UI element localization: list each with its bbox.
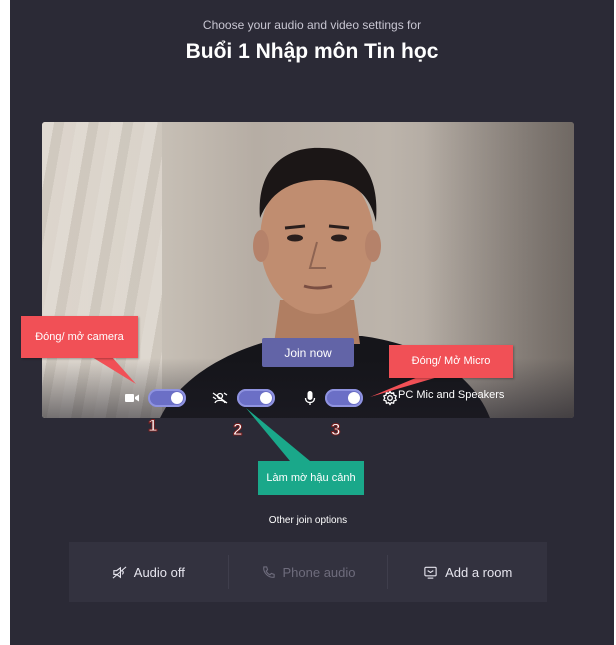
blur-icon [212, 390, 228, 406]
annotation-number-2: 2 [232, 420, 243, 440]
audio-off-option[interactable]: Audio off [69, 555, 228, 589]
phone-icon [262, 565, 275, 578]
camera-toggle[interactable] [148, 389, 186, 407]
settings-icon[interactable] [382, 390, 398, 406]
add-room-option[interactable]: Add a room [387, 555, 547, 589]
other-join-options-label: Other join options [268, 515, 348, 526]
blur-toggle-knob [260, 392, 272, 404]
mic-toggle-knob [348, 392, 360, 404]
audio-off-label: Audio off [133, 564, 185, 580]
annotation-number-1: 1 [147, 416, 158, 436]
join-options-bar: Audio off Phone audio Add a room [69, 542, 547, 602]
camera-callout: Đóng/ mở camera [21, 316, 138, 358]
mic-icon [302, 390, 318, 406]
phone-audio-option[interactable]: Phone audio [227, 555, 388, 589]
annotation-number-3: 3 [330, 420, 341, 440]
room-icon [424, 566, 437, 579]
camera-icon [124, 390, 140, 406]
mic-toggle[interactable] [325, 389, 363, 407]
background-blur-toggle[interactable] [237, 389, 275, 407]
background-blur-callout: Làm mờ hậu cảnh [258, 461, 364, 495]
meeting-title: Buổi 1 Nhập môn Tin học [185, 40, 439, 63]
audio-off-icon [112, 565, 127, 579]
phone-audio-label: Phone audio [282, 564, 356, 580]
device-label[interactable]: PC Mic and Speakers [398, 389, 504, 401]
camera-toggle-knob [171, 392, 183, 404]
join-now-button[interactable]: Join now [262, 338, 354, 367]
micro-callout: Đóng/ Mở Micro [389, 345, 513, 378]
subtitle: Choose your audio and video settings for [202, 18, 422, 32]
add-room-label: Add a room [445, 564, 513, 580]
